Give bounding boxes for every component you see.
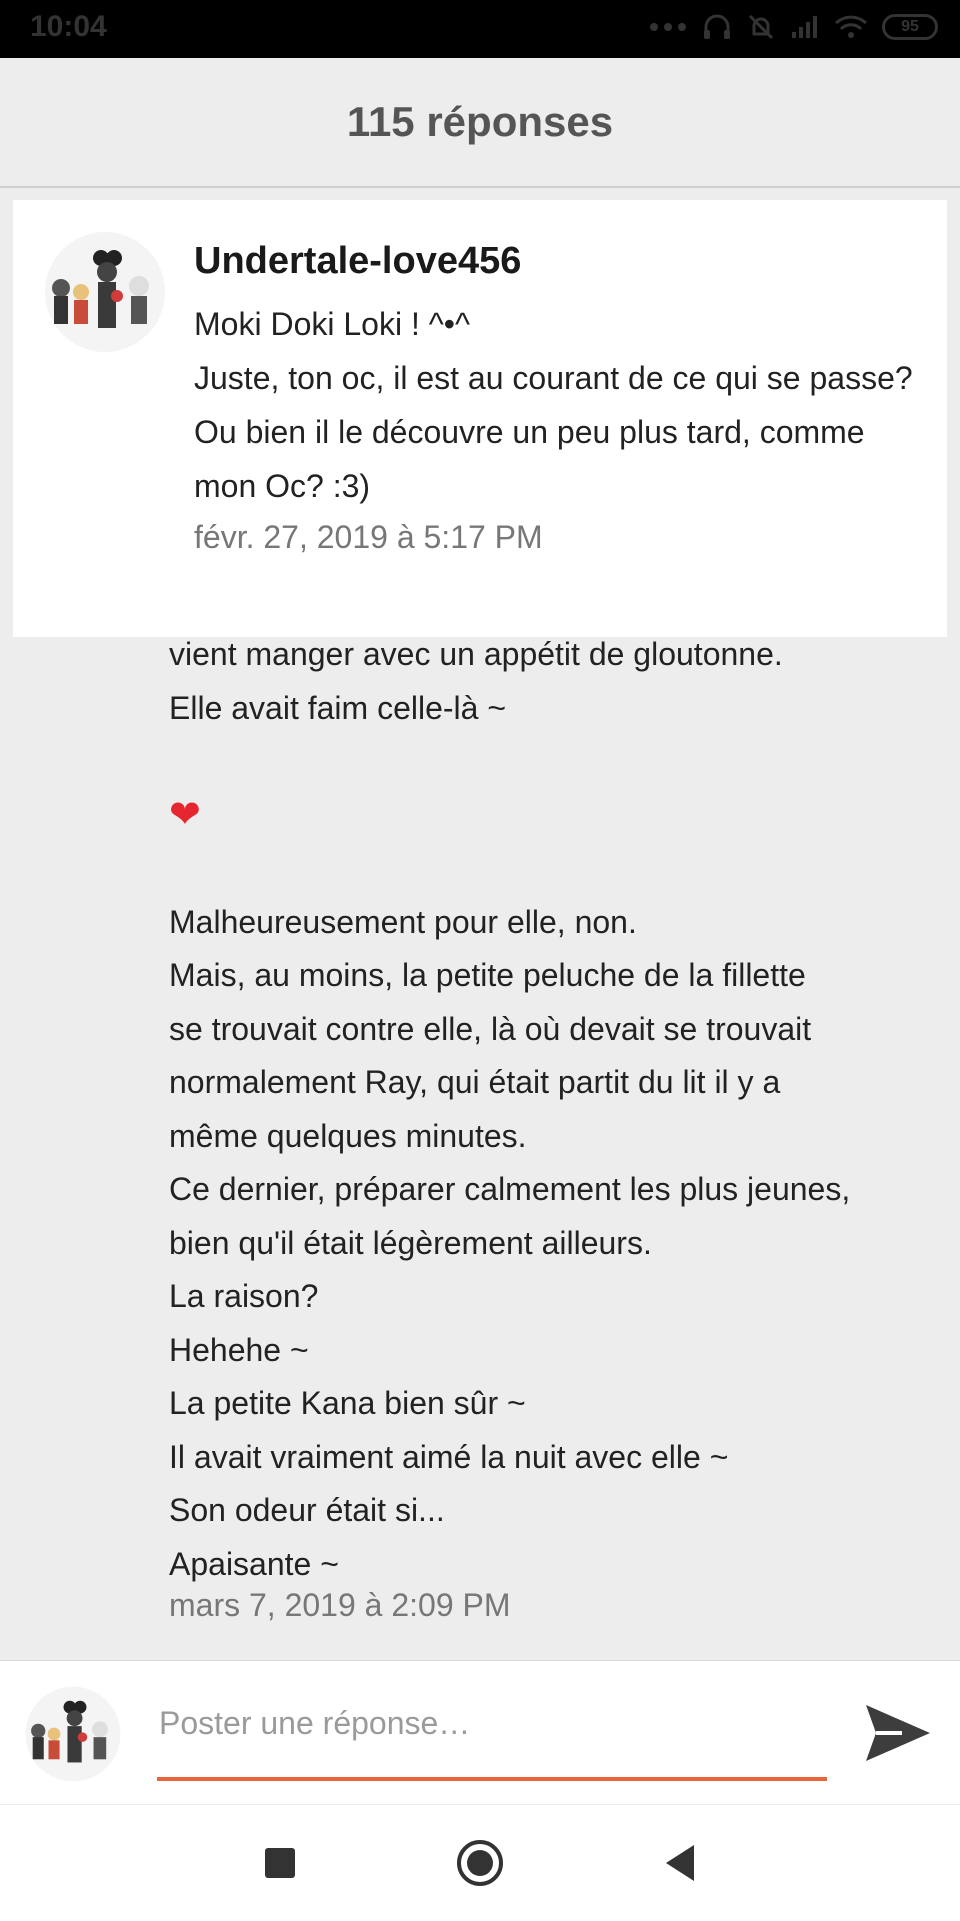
page-title: 115 réponses xyxy=(346,98,614,145)
battery-indicator: 95 xyxy=(882,14,938,40)
home-icon[interactable] xyxy=(452,1835,508,1891)
reply-composer xyxy=(0,1660,960,1805)
system-nav-bar xyxy=(0,1804,960,1921)
reply-line: La petite Kana bien sûr ~ xyxy=(169,1385,526,1421)
comment-username[interactable]: Undertale-love456 xyxy=(194,240,934,283)
status-time: 10:04 xyxy=(30,10,107,43)
reply-line: Son odeur était si... xyxy=(169,1492,445,1528)
muted-bell-icon xyxy=(748,14,774,40)
back-icon[interactable] xyxy=(652,1835,708,1891)
comment-line: Ou bien il le découvre un peu plus tard,… xyxy=(194,414,865,504)
reply-line: Il avait vraiment aimé la nuit avec elle… xyxy=(169,1438,729,1475)
status-bar: 10:04 95 xyxy=(0,0,960,58)
comment-line: Moki Doki Loki ! ^•^ xyxy=(194,306,470,342)
comment-body: Moki Doki Loki ! ^•^ Juste, ton oc, il e… xyxy=(194,297,934,513)
reply-line xyxy=(169,842,929,896)
reply-line: La raison? xyxy=(169,1278,319,1314)
comment-line: Juste, ton oc, il est au courant de ce q… xyxy=(194,360,913,396)
signal-dots-icon xyxy=(650,23,686,31)
reply-line: Elle avait faim celle-là ~ xyxy=(169,689,507,726)
recents-icon[interactable] xyxy=(252,1835,308,1891)
reply-line: Mais, au moins, la petite peluche de la … xyxy=(169,957,806,993)
reply-line xyxy=(169,735,929,789)
reply-line: normalement Ray, qui était partit du lit… xyxy=(169,1064,781,1100)
wifi-icon xyxy=(834,15,868,38)
reply-timestamp: mars 7, 2019 à 2:09 PM xyxy=(169,1587,511,1623)
reply-input[interactable] xyxy=(157,1699,831,1747)
reply-line: même quelques minutes. xyxy=(169,1117,527,1154)
reply-line: bien qu'il était légèrement ailleurs. xyxy=(169,1224,652,1261)
reply-line: Malheureusement pour elle, non. xyxy=(169,903,637,940)
reply-input-underline xyxy=(157,1777,827,1781)
cell-signal-icon xyxy=(792,16,817,38)
user-avatar[interactable] xyxy=(43,230,167,354)
parent-comment-content: Undertale-love456 Moki Doki Loki ! ^•^ J… xyxy=(194,240,934,556)
reply-line: Ce dernier, préparer calmement les plus … xyxy=(169,1171,851,1207)
headphones-icon xyxy=(704,14,730,39)
parent-comment-card: Undertale-love456 Moki Doki Loki ! ^•^ J… xyxy=(13,200,947,637)
reply-line: se trouvait contre elle, là où devait se… xyxy=(169,1010,812,1047)
heart-emoji: ❤ xyxy=(169,793,201,836)
reply-body: vient manger avec un appétit de gloutonn… xyxy=(169,628,929,1624)
replies-header: 115 réponses xyxy=(0,58,960,188)
comment-thread[interactable]: Undertale-love456 Moki Doki Loki ! ^•^ J… xyxy=(0,188,960,1660)
reply-line: Apaisante ~ xyxy=(169,1545,339,1582)
reply-line: Hehehe ~ xyxy=(169,1331,309,1368)
send-icon[interactable] xyxy=(862,1697,934,1769)
comment-timestamp: févr. 27, 2019 à 5:17 PM xyxy=(194,519,543,555)
my-avatar[interactable] xyxy=(24,1685,122,1783)
status-icons: 95 xyxy=(648,12,938,42)
